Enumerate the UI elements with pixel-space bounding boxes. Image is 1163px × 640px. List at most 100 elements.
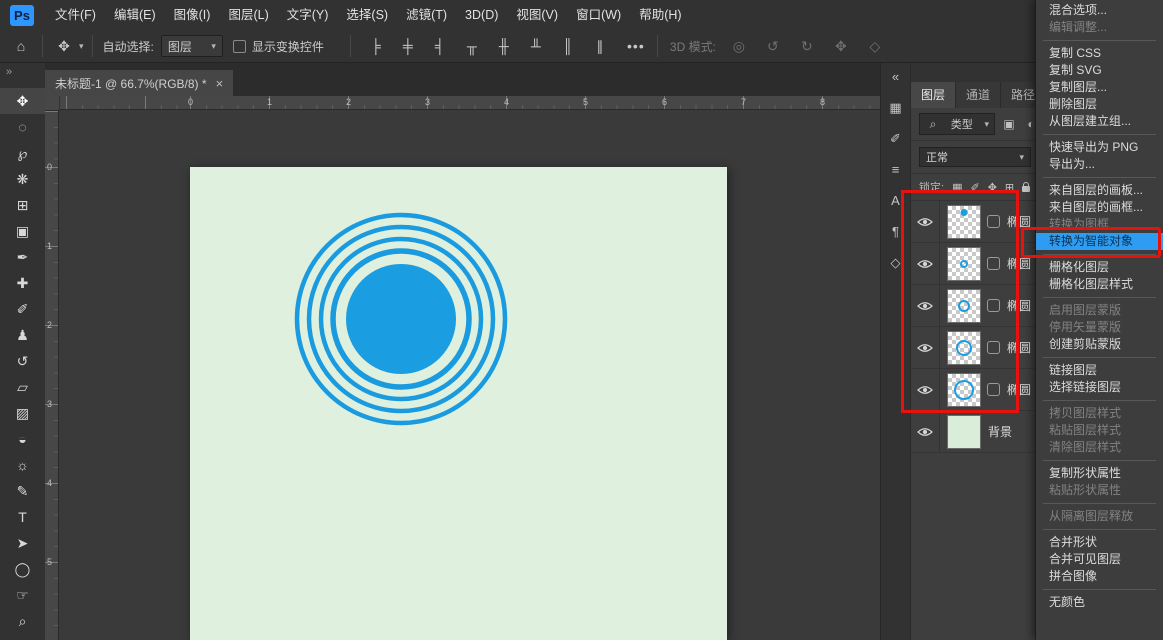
paragraph-panel-icon[interactable]: ¶ xyxy=(892,223,899,241)
context-menu-item[interactable]: 启用图层蒙版 xyxy=(1036,302,1163,319)
align-right-edges-icon[interactable]: ╡ xyxy=(427,38,453,54)
marquee-tool[interactable]: ◌ xyxy=(0,114,45,140)
context-menu-item[interactable]: 合并可见图层 xyxy=(1036,551,1163,568)
horizontal-ruler[interactable]: 012345678 xyxy=(45,96,880,110)
context-menu-item[interactable]: 编辑调整... xyxy=(1036,19,1163,36)
distribute-horizontal-icon[interactable]: ║ xyxy=(555,38,581,54)
lock-transparent-pixels-icon[interactable]: ▦ xyxy=(952,181,962,194)
context-menu-item[interactable]: 复制 CSS xyxy=(1036,45,1163,62)
menubar-item[interactable]: 图层(L) xyxy=(219,0,277,30)
vertical-ruler[interactable]: 012345 xyxy=(45,110,59,640)
context-menu-item[interactable]: 从图层建立组... xyxy=(1036,113,1163,130)
context-menu-item[interactable]: 停用矢量蒙版 xyxy=(1036,319,1163,336)
3d-panel-icon[interactable]: ◇ xyxy=(891,254,901,272)
menubar-item[interactable]: 文字(Y) xyxy=(278,0,338,30)
context-menu-item[interactable]: 清除图层样式 xyxy=(1036,439,1163,456)
3d-roll-icon[interactable]: ↺ xyxy=(760,38,786,55)
layer-thumbnail[interactable] xyxy=(947,289,981,323)
quick-select-tool[interactable]: ❋ xyxy=(0,166,45,192)
lock-image-pixels-icon[interactable]: ✐ xyxy=(970,181,979,194)
menubar-item[interactable]: 滤镜(T) xyxy=(397,0,456,30)
eyedropper-tool[interactable]: ✒ xyxy=(0,244,45,270)
context-menu-item[interactable]: 选择链接图层 xyxy=(1036,379,1163,396)
type-tool[interactable]: T xyxy=(0,504,45,530)
swatches-panel-icon[interactable]: ▦ xyxy=(889,99,901,117)
align-bottom-edges-icon[interactable]: ╨ xyxy=(523,38,549,54)
pasteboard[interactable] xyxy=(59,110,880,640)
canvas[interactable] xyxy=(190,167,727,640)
context-menu-item[interactable]: 转换为智能对象 xyxy=(1036,233,1163,250)
context-menu-item[interactable]: 混合选项... xyxy=(1036,2,1163,19)
context-menu-item[interactable]: 快速导出为 PNG xyxy=(1036,139,1163,156)
context-menu-item[interactable]: 来自图层的画框... xyxy=(1036,199,1163,216)
menubar-item[interactable]: 窗口(W) xyxy=(567,0,630,30)
close-icon[interactable]: × xyxy=(216,76,224,91)
layer-visibility-toggle[interactable] xyxy=(911,411,940,452)
layer-visibility-toggle[interactable] xyxy=(911,369,940,410)
pen-tool[interactable]: ✎ xyxy=(0,478,45,504)
layer-thumbnail[interactable] xyxy=(947,205,981,239)
context-menu-item[interactable]: 转换为图框 xyxy=(1036,216,1163,233)
adjustments-panel-icon[interactable]: ≡ xyxy=(892,161,900,179)
layer-thumbnail[interactable] xyxy=(947,331,981,365)
lasso-tool[interactable]: ℘ xyxy=(0,140,45,166)
context-menu-item[interactable]: 链接图层 xyxy=(1036,362,1163,379)
align-top-edges-icon[interactable]: ╥ xyxy=(459,38,485,54)
clone-stamp-tool[interactable]: ♟ xyxy=(0,322,45,348)
home-icon[interactable]: ⌂ xyxy=(8,38,34,54)
move-tool[interactable]: ✥ xyxy=(0,88,45,114)
3d-scale-icon[interactable]: ◇ xyxy=(862,38,888,55)
menubar-item[interactable]: 视图(V) xyxy=(507,0,567,30)
more-options-icon[interactable]: ••• xyxy=(623,38,649,54)
document-tab[interactable]: 未标题-1 @ 66.7%(RGB/8) * × xyxy=(45,70,233,96)
context-menu-item[interactable]: 来自图层的画板... xyxy=(1036,182,1163,199)
layer-thumbnail[interactable] xyxy=(947,247,981,281)
layer-visibility-toggle[interactable] xyxy=(911,285,940,326)
shape-tool[interactable]: ◯ xyxy=(0,556,45,582)
layer-visibility-toggle[interactable] xyxy=(911,201,940,242)
align-vertical-centers-icon[interactable]: ╫ xyxy=(491,38,517,54)
healing-brush-tool[interactable]: ✚ xyxy=(0,270,45,296)
eraser-tool[interactable]: ▱ xyxy=(0,374,45,400)
layer-thumbnail[interactable] xyxy=(947,373,981,407)
history-brush-tool[interactable]: ↺ xyxy=(0,348,45,374)
3d-drag-icon[interactable]: ↻ xyxy=(794,38,820,55)
panel-tab[interactable]: 通道 xyxy=(956,82,1001,108)
gradient-tool[interactable]: ▨ xyxy=(0,400,45,426)
panel-tab[interactable]: 图层 xyxy=(911,82,956,108)
context-menu-item[interactable]: 复制 SVG xyxy=(1036,62,1163,79)
menubar-item[interactable]: 选择(S) xyxy=(337,0,397,30)
layer-visibility-toggle[interactable] xyxy=(911,243,940,284)
blur-tool[interactable]: ◒ xyxy=(0,426,45,452)
context-menu-item[interactable]: 栅格化图层样式 xyxy=(1036,276,1163,293)
menubar-item[interactable]: 文件(F) xyxy=(46,0,105,30)
expand-panels-icon[interactable]: « xyxy=(892,68,899,86)
zoom-tool[interactable]: ⌕ xyxy=(0,608,45,634)
menubar-item[interactable]: 3D(D) xyxy=(456,0,507,30)
move-tool-preset[interactable]: ✥ ▾ xyxy=(51,38,84,55)
layer-visibility-toggle[interactable] xyxy=(911,327,940,368)
context-menu-item[interactable]: 复制形状属性 xyxy=(1036,465,1163,482)
dodge-tool[interactable]: ☼ xyxy=(0,452,45,478)
lock-artboard-icon[interactable]: ⊞ xyxy=(1005,181,1014,194)
align-left-edges-icon[interactable]: ╞ xyxy=(363,38,389,54)
3d-rotate-icon[interactable]: ◎ xyxy=(726,38,752,55)
context-menu-item[interactable]: 导出为... xyxy=(1036,156,1163,173)
context-menu-item[interactable]: 创建剪贴蒙版 xyxy=(1036,336,1163,353)
context-menu-item[interactable]: 拷贝图层样式 xyxy=(1036,405,1163,422)
menubar-item[interactable]: 编辑(E) xyxy=(105,0,165,30)
context-menu-item[interactable]: 无颜色 xyxy=(1036,594,1163,611)
filter-type-dropdown[interactable]: ⌕ 类型 ▾ xyxy=(919,113,995,135)
layer-thumbnail[interactable] xyxy=(947,415,981,449)
context-menu-item[interactable]: 粘贴形状属性 xyxy=(1036,482,1163,499)
context-menu-item[interactable]: 复制图层... xyxy=(1036,79,1163,96)
path-select-tool[interactable]: ➤ xyxy=(0,530,45,556)
brush-tool[interactable]: ✐ xyxy=(0,296,45,322)
blend-mode-dropdown[interactable]: 正常 ▾ xyxy=(919,147,1031,167)
lock-position-icon[interactable]: ✥ xyxy=(988,181,997,194)
context-menu-item[interactable]: 拼合图像 xyxy=(1036,568,1163,585)
3d-slide-icon[interactable]: ✥ xyxy=(828,38,854,55)
character-panel-icon[interactable]: A xyxy=(891,192,900,210)
menubar-item[interactable]: 帮助(H) xyxy=(630,0,690,30)
context-menu-item[interactable]: 栅格化图层 xyxy=(1036,259,1163,276)
